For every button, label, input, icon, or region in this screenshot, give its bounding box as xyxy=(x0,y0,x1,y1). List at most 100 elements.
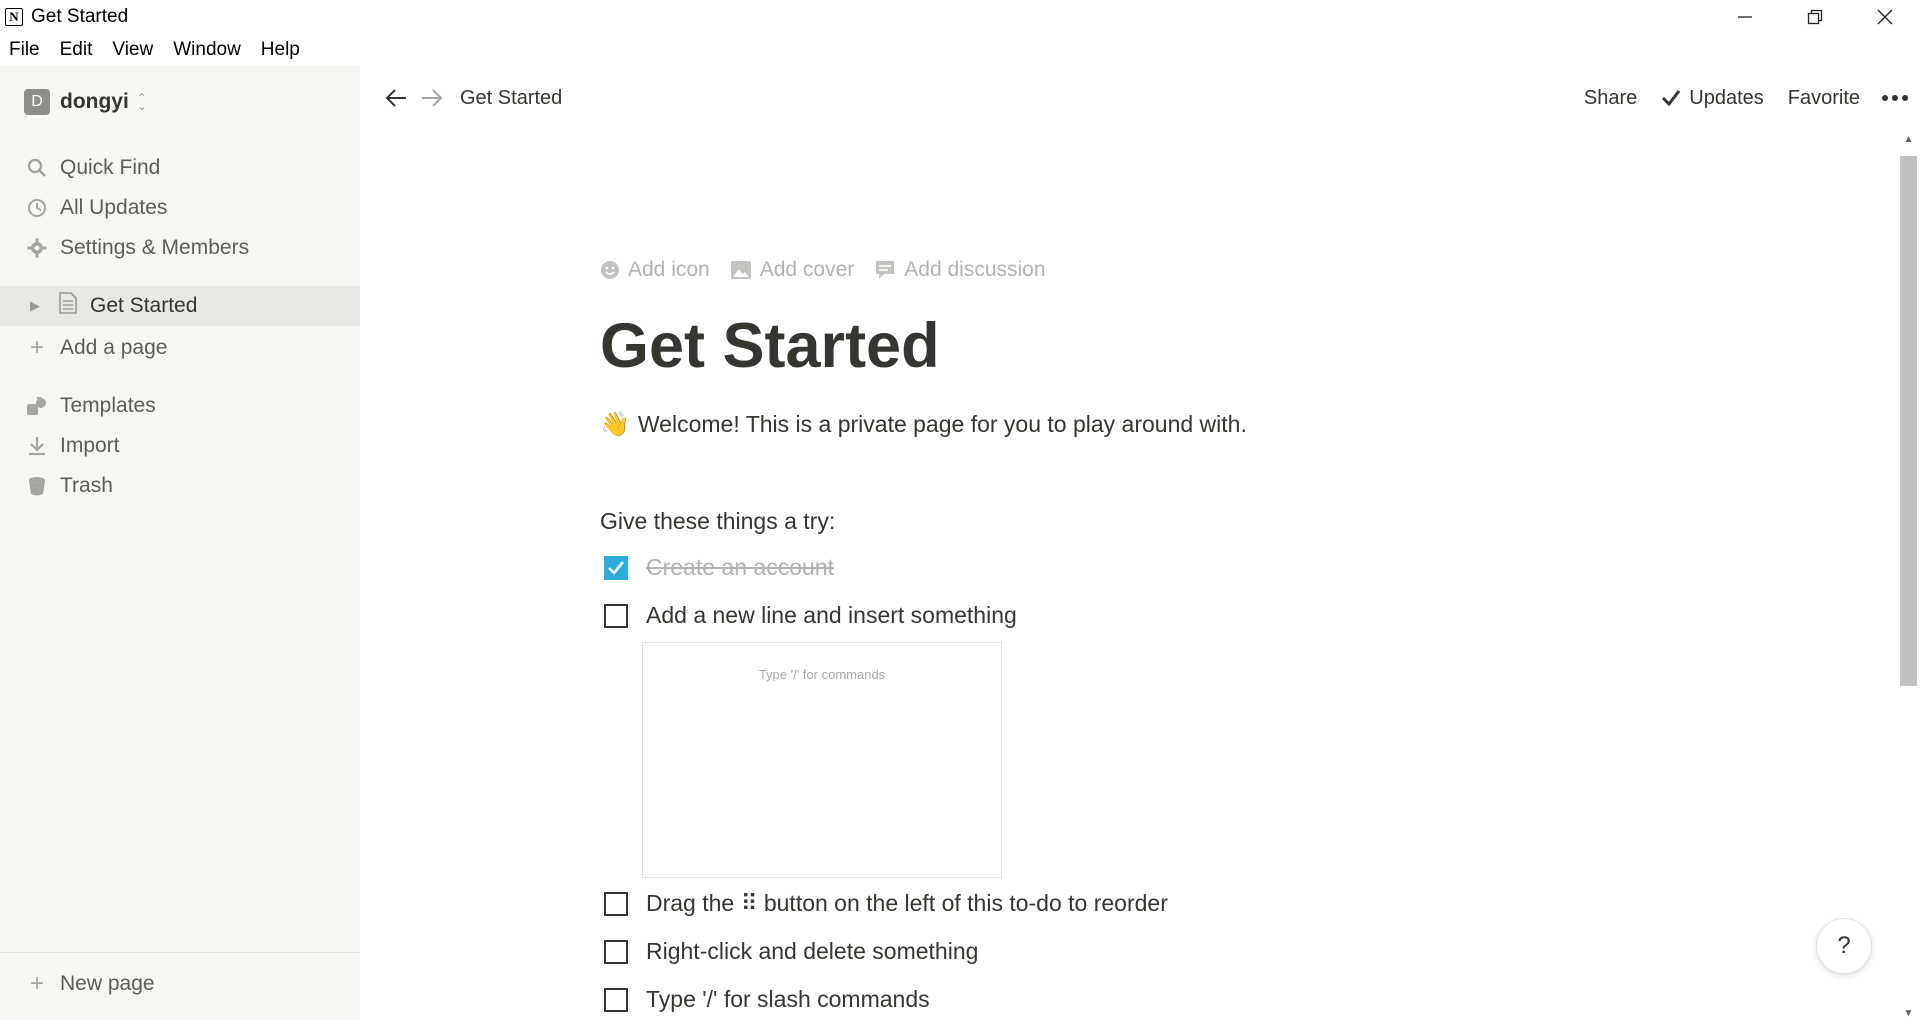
menu-bar: File Edit View Window Help xyxy=(0,34,320,66)
checkbox[interactable] xyxy=(604,987,628,1012)
smiley-icon xyxy=(601,261,619,279)
embed-block[interactable]: Type '/' for commands xyxy=(642,642,1002,878)
embed-placeholder: Type '/' for commands xyxy=(758,667,886,682)
arrow-left-icon xyxy=(385,89,406,107)
sidebar-item-all-updates[interactable]: All Updates xyxy=(0,190,360,226)
waving-hand-icon: 👋 xyxy=(600,411,630,438)
sidebar-item-label: Settings & Members xyxy=(60,236,250,259)
checkbox[interactable] xyxy=(604,603,628,628)
sidebar-item-label: Templates xyxy=(60,394,156,417)
updates-button[interactable]: Updates xyxy=(1661,87,1764,110)
sidebar-item-label: Import xyxy=(60,434,120,457)
workspace-switcher[interactable]: D dongyi ⌃ ⌄ xyxy=(24,86,147,118)
updates-label: Updates xyxy=(1689,86,1764,109)
add-page-label: Add a page xyxy=(60,336,168,359)
new-page-label: New page xyxy=(60,972,155,995)
try-label[interactable]: Give these things a try: xyxy=(600,508,835,535)
todo-text: Right-click and delete something xyxy=(646,938,979,964)
sidebar-item-import[interactable]: Import xyxy=(0,428,360,464)
sidebar-item-label: All Updates xyxy=(60,196,168,219)
scroll-down-arrow-icon[interactable]: ▼ xyxy=(1897,1006,1920,1020)
trash-icon xyxy=(26,475,48,497)
help-button[interactable]: ? xyxy=(1816,918,1872,974)
add-cover-label: Add cover xyxy=(759,258,855,281)
sidebar-item-templates[interactable]: Templates xyxy=(0,388,360,424)
gear-icon xyxy=(26,237,48,259)
workspace-name: dongyi xyxy=(60,90,129,113)
sidebar-item-settings[interactable]: Settings & Members xyxy=(0,230,360,266)
back-button[interactable] xyxy=(378,80,414,116)
sidebar-item-trash[interactable]: Trash xyxy=(0,468,360,504)
todo-text: Type '/' for slash commands xyxy=(646,986,930,1012)
more-options-icon[interactable] xyxy=(1882,95,1908,101)
breadcrumb[interactable]: Get Started xyxy=(460,87,562,110)
scroll-up-arrow-icon[interactable]: ▲ xyxy=(1897,132,1920,146)
page-topbar: Get Started Share Updates Favorite xyxy=(360,66,1920,130)
add-icon-label: Add icon xyxy=(628,258,710,281)
checkbox[interactable] xyxy=(604,939,628,964)
page-icon xyxy=(58,292,78,320)
sidebar: D dongyi ⌃ ⌄ Quick Find All Updates Setti… xyxy=(0,66,360,1020)
checkbox-checked[interactable] xyxy=(604,555,628,580)
import-icon xyxy=(26,435,48,457)
menu-view[interactable]: View xyxy=(112,39,153,61)
restore-button[interactable] xyxy=(1780,0,1850,34)
menu-edit[interactable]: Edit xyxy=(60,39,93,61)
todo-item[interactable]: Type '/' for slash commands xyxy=(604,986,930,1013)
forward-button[interactable] xyxy=(414,80,450,116)
menu-file[interactable]: File xyxy=(9,39,40,61)
chevron-up-down-icon: ⌃ ⌄ xyxy=(136,91,147,113)
check-icon xyxy=(608,560,625,575)
window-controls xyxy=(1710,0,1920,34)
restore-icon xyxy=(1807,9,1823,25)
menu-window[interactable]: Window xyxy=(173,39,241,61)
add-page-button[interactable]: + Add a page xyxy=(0,330,360,366)
sidebar-divider xyxy=(0,952,360,953)
page-title[interactable]: Get Started xyxy=(600,310,940,382)
new-page-button[interactable]: + New page xyxy=(0,966,360,1002)
checkbox[interactable] xyxy=(604,891,628,916)
todo-text: Drag the ⠿ button on the left of this to… xyxy=(646,890,1168,916)
todo-item[interactable]: Right-click and delete something xyxy=(604,938,978,965)
favorite-button[interactable]: Favorite xyxy=(1788,87,1860,110)
close-button[interactable] xyxy=(1850,0,1920,34)
plus-icon: + xyxy=(29,334,44,361)
scroll-thumb[interactable] xyxy=(1900,156,1917,686)
arrow-right-icon xyxy=(422,89,443,107)
welcome-block[interactable]: 👋 Welcome! This is a private page for yo… xyxy=(600,410,1247,439)
add-icon-button[interactable]: Add icon xyxy=(600,258,710,282)
window-title: Get Started xyxy=(31,6,129,27)
expand-caret-icon[interactable]: ▶ xyxy=(30,298,44,314)
sidebar-page-get-started[interactable]: ▶ Get Started xyxy=(0,286,360,326)
add-cover-button[interactable]: Add cover xyxy=(730,258,855,282)
sidebar-item-label: Get Started xyxy=(90,294,198,317)
sidebar-item-quick-find[interactable]: Quick Find xyxy=(0,150,360,186)
top-actions: Share Updates Favorite xyxy=(1560,66,1908,130)
todo-text: Create an account xyxy=(646,554,834,580)
minimize-button[interactable] xyxy=(1710,0,1780,34)
comment-icon xyxy=(876,261,895,279)
image-icon xyxy=(730,261,751,279)
todo-item[interactable]: Add a new line and insert something xyxy=(604,602,1017,629)
todo-item[interactable]: Drag the ⠿ button on the left of this to… xyxy=(604,890,1168,917)
menu-help[interactable]: Help xyxy=(261,39,300,61)
add-discussion-label: Add discussion xyxy=(904,258,1046,281)
workspace-avatar: D xyxy=(24,89,50,115)
add-discussion-button[interactable]: Add discussion xyxy=(874,258,1046,282)
share-button[interactable]: Share xyxy=(1584,87,1637,110)
clock-icon xyxy=(26,197,48,219)
sidebar-item-label: Trash xyxy=(60,474,113,497)
close-icon xyxy=(1877,9,1893,25)
sidebar-item-label: Quick Find xyxy=(60,156,161,179)
notion-logo-icon: N xyxy=(5,8,23,26)
todo-item[interactable]: Create an account xyxy=(604,554,834,581)
check-icon xyxy=(1662,90,1681,107)
templates-icon xyxy=(26,395,48,417)
todo-text: Add a new line and insert something xyxy=(646,602,1017,628)
vertical-scrollbar[interactable]: ▲ ▼ xyxy=(1897,132,1920,1020)
welcome-text: Welcome! This is a private page for you … xyxy=(637,411,1247,437)
plus-icon: + xyxy=(29,970,44,997)
page-hints: Add icon Add cover Add discussion xyxy=(600,258,1066,282)
minimize-icon xyxy=(1738,16,1752,18)
title-bar: N Get Started xyxy=(0,0,1920,34)
